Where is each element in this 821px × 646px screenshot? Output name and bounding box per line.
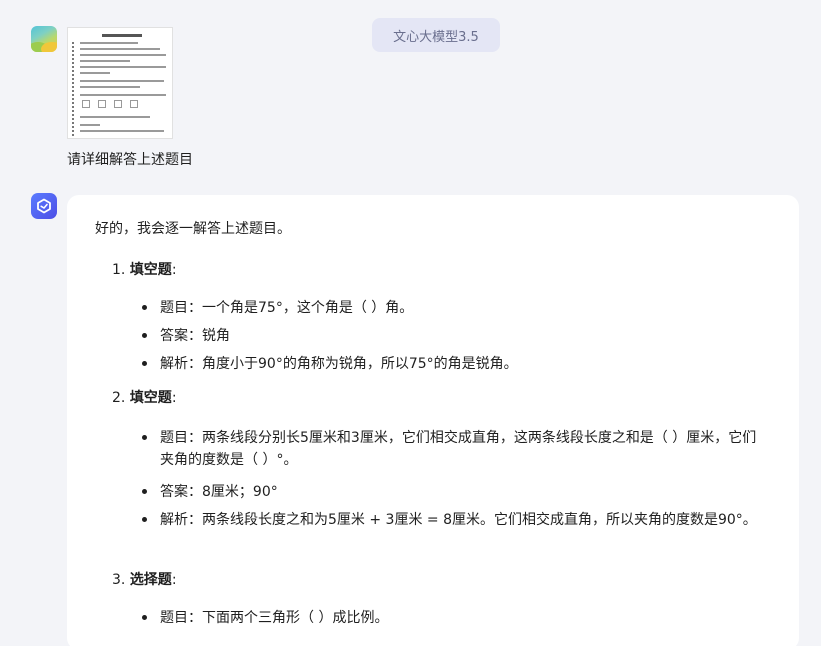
model-version-badge[interactable]: 文心大模型3.5: [372, 18, 500, 52]
uploaded-image-thumbnail[interactable]: [67, 27, 173, 139]
list-item: 解析：角度小于90°的角称为锐角，所以75°的角是锐角。: [142, 353, 760, 375]
section-heading: 3. 选择题:: [112, 572, 177, 588]
reply-intro: 好的，我会逐一解答上述题目。: [95, 221, 291, 237]
ernie-logo-icon: [37, 198, 51, 214]
list-item: 解析：两条线段长度之和为5厘米 + 3厘米 = 8厘米。它们相交成直角，所以夹角…: [142, 509, 760, 531]
user-avatar: [31, 26, 57, 52]
list-item: 题目：两条线段分别长5厘米和3厘米，它们相交成直角，这两条线段长度之和是（ ）厘…: [142, 427, 760, 471]
list-item: 题目：一个角是75°，这个角是（ ）角。: [142, 297, 760, 319]
section-heading: 2. 填空题:: [112, 390, 177, 406]
list-item: 答案：锐角: [142, 325, 760, 347]
ernie-bot-avatar: [31, 193, 57, 219]
section-heading: 1. 填空题:: [112, 262, 177, 278]
user-message-text: 请详细解答上述题目: [67, 152, 193, 168]
assistant-reply-card: [67, 195, 799, 646]
list-item: 题目：下面两个三角形（ ）成比例。: [142, 607, 760, 629]
list-item: 答案：8厘米；90°: [142, 481, 760, 503]
